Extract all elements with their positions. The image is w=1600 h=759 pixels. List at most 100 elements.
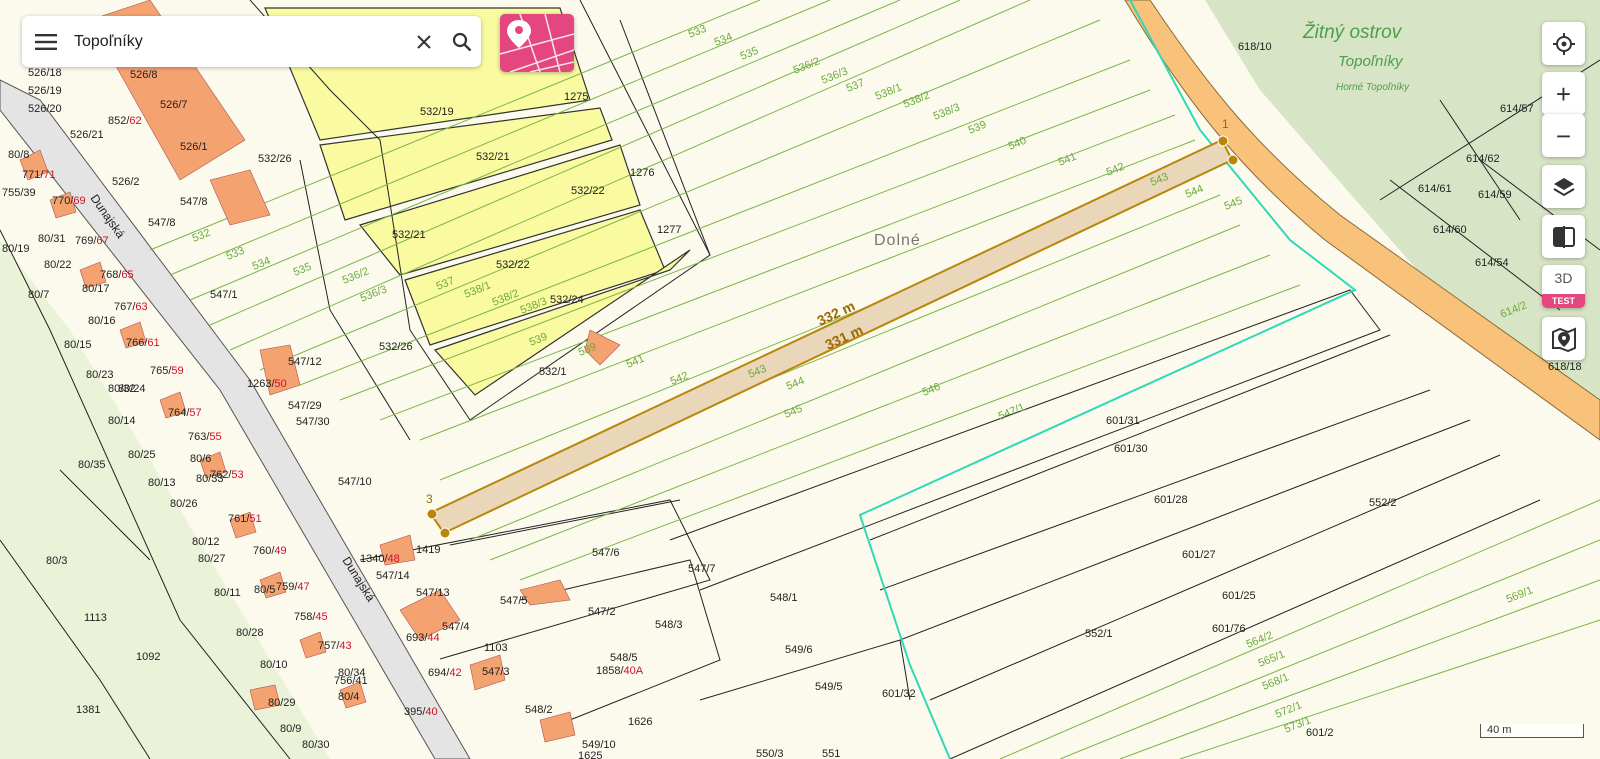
search-icon [452, 32, 472, 51]
compare-icon [1552, 225, 1575, 248]
parcel-number: 80/3 [46, 555, 67, 567]
measure-vertex[interactable] [1217, 135, 1229, 147]
zoom-out-button[interactable]: − [1542, 114, 1585, 157]
parcel-number: 80/27 [198, 553, 226, 565]
parcel-number: 80/12 [192, 536, 220, 548]
parcel-number: 601/27 [1182, 549, 1216, 561]
parcel-number: 80/19 [2, 243, 30, 255]
parcel-number: 532/24 [550, 294, 584, 306]
parcel-number: 552/1 [1085, 628, 1113, 640]
search-button[interactable] [443, 16, 481, 67]
parcel-number: 547/8 [180, 196, 208, 208]
map-pin-button[interactable] [1542, 317, 1585, 360]
locate-button[interactable] [1542, 22, 1585, 65]
parcel-number: 548/5 [610, 652, 638, 664]
parcel-number: 80/9 [280, 723, 301, 735]
parcel-number: 80/5 [254, 584, 275, 596]
parcel-number: 547/6 [592, 547, 620, 559]
parcel-number: 80/33 [196, 473, 224, 485]
layers-icon [1552, 177, 1575, 196]
parcel-number: 395/40 [404, 706, 438, 718]
parcel-number: 547/10 [338, 476, 372, 488]
plus-icon: + [1555, 78, 1572, 109]
search-box[interactable]: Topoľníky [22, 16, 481, 67]
scale-bar: 40 m [1480, 724, 1584, 738]
parcel-number: 80/23 [86, 369, 114, 381]
minus-icon: − [1555, 120, 1572, 151]
parcel-number: 1626 [628, 716, 652, 728]
parcel-number: 601/2 [1306, 727, 1334, 739]
cadastral-map[interactable]: 332 m 331 m 1 3 Žitný ostrov Topoľníky H… [0, 0, 1600, 759]
parcel-number: 526/1 [180, 141, 208, 153]
parcel-number: 80/4 [338, 691, 359, 703]
parcel-number: 526/7 [160, 99, 188, 111]
parcel-number: 532/22 [496, 259, 530, 271]
parcel-number: 80/15 [64, 339, 92, 351]
parcel-number: 548/2 [525, 704, 553, 716]
parcel-number: 614/60 [1433, 224, 1467, 236]
parcel-number: 755/39 [2, 187, 36, 199]
parcel-number: 80/28 [236, 627, 264, 639]
parcel-number: 80/8 [8, 149, 29, 161]
parcel-number: 759/47 [276, 581, 310, 593]
parcel-number: 765/59 [150, 365, 184, 377]
parcel-number: 618/18 [1548, 361, 1582, 373]
parcel-number: 80/17 [82, 283, 110, 295]
measure-vertex[interactable] [439, 527, 451, 539]
place-label-town: Topoľníky [1338, 53, 1404, 70]
parcel-number: 80/26 [170, 498, 198, 510]
measure-vertex[interactable] [1227, 154, 1239, 166]
parcel-number: 526/18 [28, 67, 62, 79]
parcel-number: 550/3 [756, 748, 784, 759]
parcel-number: 614/59 [1478, 189, 1512, 201]
parcel-number: 1277 [657, 224, 681, 236]
measure-vertex-label: 3 [426, 492, 433, 506]
parcel-number: 80/11 [214, 587, 241, 599]
measure-vertex[interactable] [426, 508, 438, 520]
layers-button[interactable] [1542, 165, 1585, 208]
parcel-number: 80/25 [128, 449, 156, 461]
parcel-number: 80/14 [108, 415, 136, 427]
parcel-number: 760/49 [253, 545, 287, 557]
parcel-number: 80/30 [302, 739, 330, 751]
parcel-number: 1092 [136, 651, 160, 663]
parcel-number: 526/8 [130, 69, 158, 81]
hamburger-icon [35, 33, 57, 50]
parcel-number: 526/20 [28, 103, 62, 115]
parcel-number: 80/29 [268, 697, 296, 709]
parcel-number: 532/21 [476, 151, 510, 163]
parcel-number: 547/5 [500, 595, 528, 607]
parcel-number: 549/6 [785, 644, 813, 656]
clear-search-button[interactable] [405, 16, 443, 67]
parcel-number: 1103 [484, 642, 508, 654]
parcel-number: 547/1 [210, 289, 238, 301]
menu-button[interactable] [22, 16, 70, 67]
parcel-number: 80/35 [78, 459, 106, 471]
parcel-number: 614/61 [1418, 183, 1452, 195]
parcel-number: 1858/40A [596, 665, 644, 677]
zoom-in-button[interactable]: + [1542, 72, 1585, 115]
parcel-number: 601/76 [1212, 623, 1246, 635]
test-badge: TEST [1542, 294, 1585, 308]
parcel-number: 80/7 [28, 289, 49, 301]
compare-button[interactable] [1542, 215, 1585, 258]
parcel-number: 1381 [76, 704, 100, 716]
locate-icon [1552, 32, 1575, 55]
search-input[interactable]: Topoľníky [70, 33, 405, 51]
parcel-number: 532/26 [379, 341, 413, 353]
parcel-number: 548/3 [655, 619, 683, 631]
parcel-number: 1625 [578, 750, 602, 759]
place-label-locality: Dolné [874, 232, 921, 249]
cadastre-layer-button[interactable] [500, 14, 574, 72]
3d-toggle-button[interactable]: 3D TEST [1542, 265, 1585, 308]
parcel-number: 1340/48 [360, 553, 400, 565]
parcel-number: 768/65 [100, 269, 134, 281]
parcel-number: 549/5 [815, 681, 843, 693]
parcel-number: 532/22 [571, 185, 605, 197]
parcel-number: 694/42 [428, 667, 462, 679]
parcel-number: 1263/50 [247, 378, 287, 390]
parcel-number: 601/32 [882, 688, 916, 700]
parcel-number: 551 [822, 748, 840, 759]
parcel-number: 1275 [564, 91, 588, 103]
parcel-number: 552/2 [1369, 497, 1397, 509]
